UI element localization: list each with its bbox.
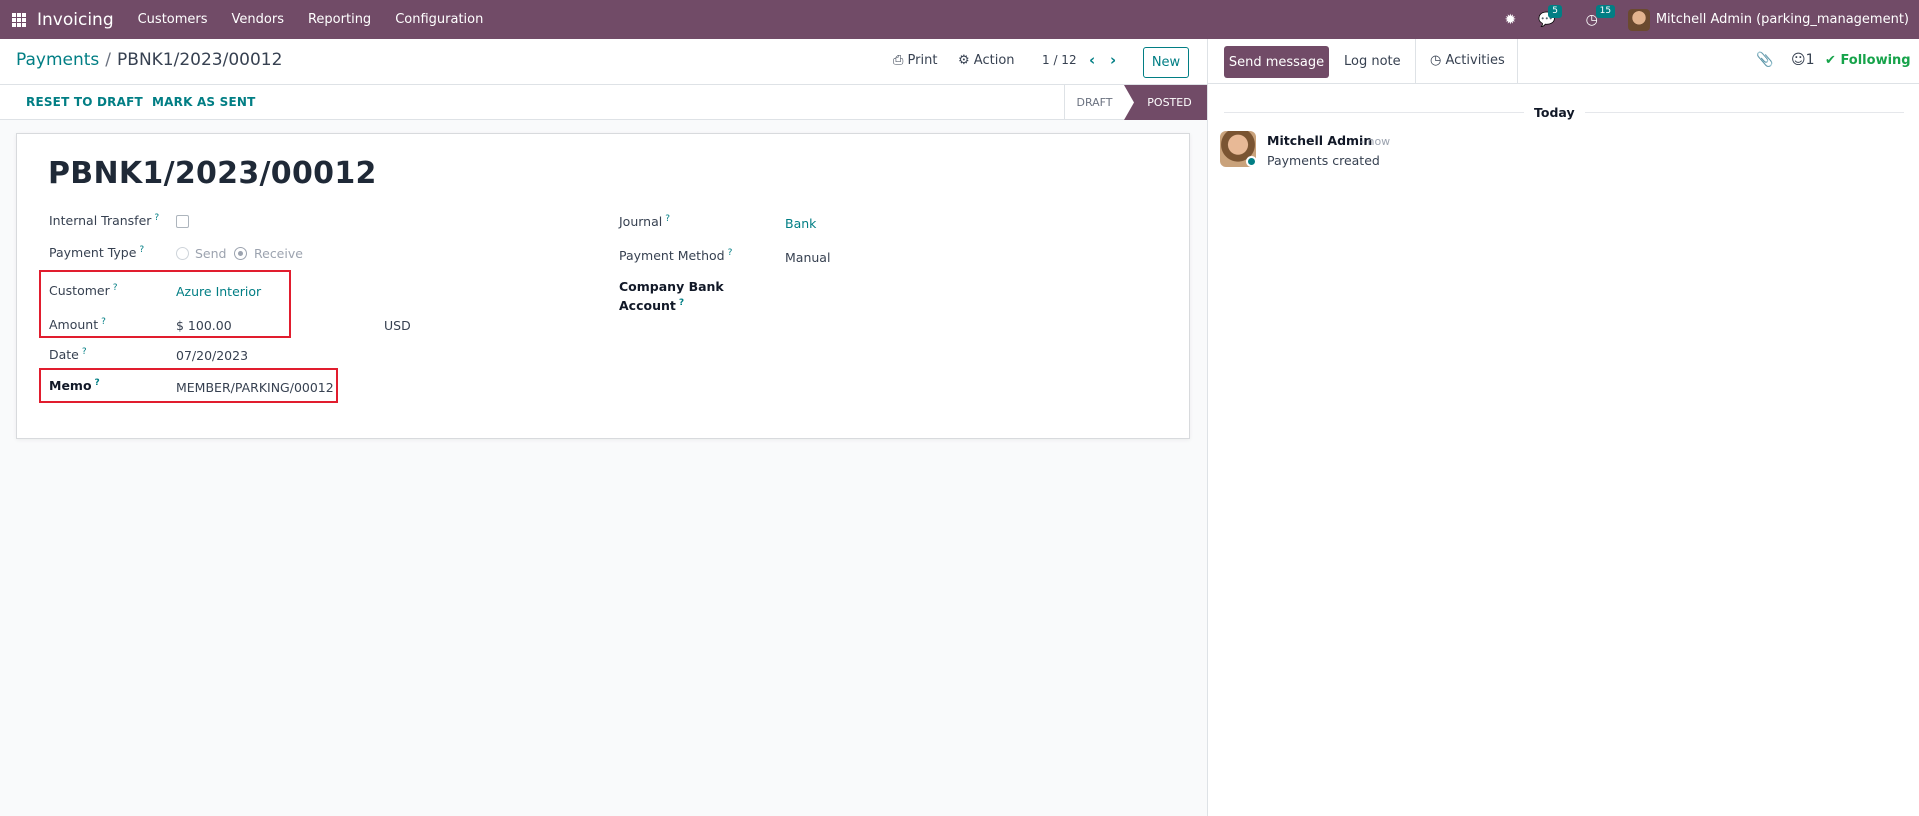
help-icon: ? <box>727 248 733 258</box>
apps-grid-icon[interactable] <box>12 12 26 27</box>
payment-type-send-radio[interactable] <box>176 247 189 260</box>
message-body: Payments created <box>1267 153 1380 168</box>
payment-type-receive-radio[interactable] <box>234 247 247 260</box>
chatter-panel: Send message Log note ◷ Activities 📎 ☺1 … <box>1207 39 1919 816</box>
date-separator: Today <box>1524 105 1585 120</box>
messages-icon[interactable]: 💬 5 <box>1538 4 1562 28</box>
record-title: PBNK1/2023/00012 <box>48 156 377 191</box>
message-author[interactable]: Mitchell Admin <box>1267 133 1372 148</box>
tab-divider <box>1415 39 1416 83</box>
journal-field[interactable]: Bank <box>785 216 816 231</box>
print-icon: ⎙ <box>893 53 904 68</box>
reset-to-draft-button[interactable]: RESET TO DRAFT <box>26 95 143 109</box>
log-note-button[interactable]: Log note <box>1344 54 1401 69</box>
date-field[interactable]: 07/20/2023 <box>176 348 248 363</box>
highlight-customer-amount <box>39 270 291 338</box>
bug-icon[interactable]: ✹ <box>1504 12 1516 28</box>
stage-draft[interactable]: DRAFT <box>1064 85 1124 120</box>
message-time: - now <box>1360 135 1391 148</box>
date-label: Date? <box>49 347 87 363</box>
company-bank-account-label-2: Account? <box>619 298 685 314</box>
gear-icon: ⚙ <box>958 53 970 68</box>
payment-type-receive-label: Receive <box>254 246 303 261</box>
user-icon: ☺ <box>1791 52 1806 68</box>
help-icon: ? <box>678 298 685 308</box>
internal-transfer-checkbox[interactable] <box>176 215 189 228</box>
messages-badge: 5 <box>1548 4 1562 18</box>
menu-configuration[interactable]: Configuration <box>395 12 483 27</box>
status-bar: RESET TO DRAFT MARK AS SENT DRAFT POSTED <box>0 85 1207 120</box>
menu-vendors[interactable]: Vendors <box>232 12 284 27</box>
breadcrumb-payments[interactable]: Payments <box>16 50 99 70</box>
send-message-button[interactable]: Send message <box>1224 46 1329 78</box>
breadcrumb: Payments / PBNK1/2023/00012 <box>16 50 282 70</box>
activities-badge: 15 <box>1595 4 1616 18</box>
paperclip-icon[interactable]: 📎 <box>1756 52 1773 68</box>
activities-clock-icon[interactable]: ◷ 15 <box>1586 4 1616 28</box>
internal-transfer-label: Internal Transfer? <box>49 213 160 229</box>
activities-button[interactable]: ◷ Activities <box>1430 53 1505 68</box>
check-icon: ✔ <box>1825 53 1836 68</box>
tab-divider <box>1517 39 1518 83</box>
highlight-memo <box>39 368 338 403</box>
pager-prev-icon[interactable]: ‹ <box>1089 51 1095 69</box>
chatter-divider <box>1208 83 1919 84</box>
print-button[interactable]: ⎙ Print <box>893 53 937 68</box>
control-panel: Payments / PBNK1/2023/00012 ⎙ Print ⚙ Acti… <box>0 39 1207 85</box>
journal-label: Journal? <box>619 214 671 230</box>
currency-field[interactable]: USD <box>384 318 411 333</box>
payment-type-label: Payment Type? <box>49 245 145 261</box>
pager-next-icon[interactable]: › <box>1110 51 1116 69</box>
app-brand[interactable]: Invoicing <box>37 10 114 30</box>
breadcrumb-separator: / <box>105 50 112 70</box>
payment-type-send-label: Send <box>195 246 227 261</box>
followers-button[interactable]: ☺1 <box>1791 52 1815 68</box>
following-button[interactable]: ✔ Following <box>1825 53 1911 68</box>
help-icon: ? <box>81 347 87 357</box>
menu-reporting[interactable]: Reporting <box>308 12 371 27</box>
help-icon: ? <box>154 213 160 223</box>
online-status-icon <box>1246 156 1257 167</box>
clock-icon: ◷ <box>1430 53 1442 68</box>
company-bank-account-label: Company Bank <box>619 279 724 294</box>
breadcrumb-current: PBNK1/2023/00012 <box>117 50 283 70</box>
mark-as-sent-button[interactable]: MARK AS SENT <box>152 95 256 109</box>
help-icon: ? <box>665 214 671 224</box>
action-button[interactable]: ⚙ Action <box>958 53 1015 68</box>
user-avatar[interactable] <box>1627 8 1650 31</box>
stage-posted[interactable]: POSTED <box>1124 85 1207 120</box>
new-button[interactable]: New <box>1143 47 1189 78</box>
top-navbar: Invoicing Customers Vendors Reporting Co… <box>0 0 1919 39</box>
user-menu[interactable]: Mitchell Admin (parking_management) <box>1656 12 1909 27</box>
menu-customers[interactable]: Customers <box>138 12 208 27</box>
payment-method-label: Payment Method? <box>619 248 733 264</box>
pager-value[interactable]: 1 / 12 <box>1042 53 1077 67</box>
help-icon: ? <box>139 245 145 255</box>
payment-method-field[interactable]: Manual <box>785 250 830 265</box>
